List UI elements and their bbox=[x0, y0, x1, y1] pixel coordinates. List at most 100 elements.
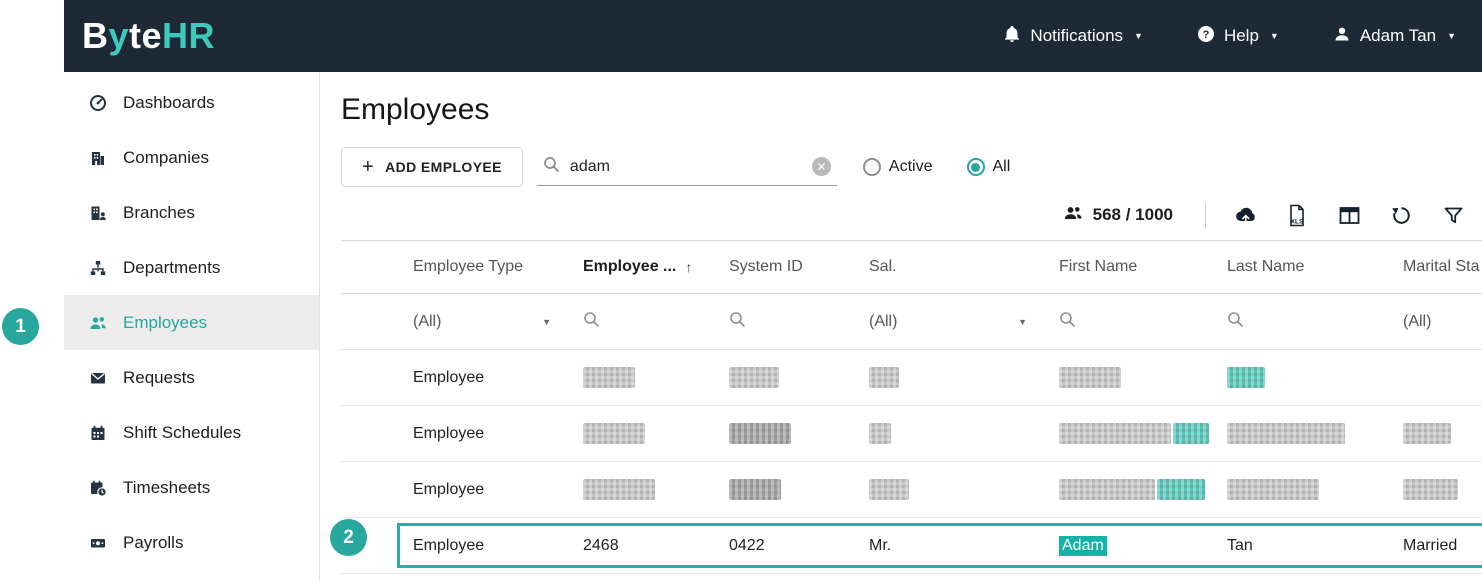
redacted-value bbox=[583, 367, 635, 388]
redacted-value bbox=[583, 479, 655, 500]
filter-select-sal[interactable]: (All) ▼ bbox=[853, 294, 1043, 349]
table-cell bbox=[1387, 462, 1482, 517]
sidebar-item-companies[interactable]: Companies bbox=[64, 130, 319, 185]
redacted-value bbox=[1059, 479, 1155, 500]
sidebar-item-departments[interactable]: Departments bbox=[64, 240, 319, 295]
table-cell bbox=[567, 462, 713, 517]
table-row[interactable]: Employee bbox=[341, 406, 1482, 462]
toolbar-divider bbox=[1205, 202, 1206, 228]
topbar-menus: Notifications ▼ ? Help ▼ Adam Tan ▼ bbox=[1003, 25, 1456, 48]
filter-search-system-id[interactable] bbox=[713, 294, 853, 349]
menu-label: Help bbox=[1223, 26, 1259, 45]
sidebar-item-label: Shift Schedules bbox=[123, 422, 242, 442]
sidebar-item-label: Branches bbox=[123, 202, 195, 222]
controls-row: + ADD EMPLOYEE ✕ Active All bbox=[341, 146, 1482, 188]
column-header-system-id[interactable]: System ID bbox=[713, 241, 853, 293]
filter-select-marital-sta[interactable]: (All)▼ bbox=[1387, 294, 1482, 349]
table-header-row: Employee Type Employee ... ↑ System ID Sal. F… bbox=[341, 240, 1482, 294]
bell-icon bbox=[1003, 25, 1021, 48]
redacted-value bbox=[583, 423, 645, 444]
menu-label: Adam Tan bbox=[1359, 26, 1437, 45]
table-cell bbox=[853, 462, 1043, 517]
column-header-employee[interactable]: Employee ... ↑ bbox=[567, 241, 713, 293]
filter-search-last-name[interactable] bbox=[1211, 294, 1387, 349]
filter-select-value: (All) bbox=[1403, 312, 1432, 330]
radio-all[interactable]: All bbox=[966, 158, 1010, 176]
page-title: Employees bbox=[341, 93, 490, 126]
search-icon bbox=[583, 311, 600, 333]
table-cell bbox=[341, 462, 397, 517]
column-chooser-icon[interactable] bbox=[1336, 202, 1362, 228]
chevron-down-icon: ▼ bbox=[1134, 31, 1143, 41]
table-cell bbox=[1043, 350, 1211, 405]
sidebar-item-branches[interactable]: Branches bbox=[64, 185, 319, 240]
search-input[interactable] bbox=[567, 156, 804, 177]
sidebar-item-label: Requests bbox=[123, 367, 195, 387]
logo-text: B bbox=[82, 15, 109, 56]
table-cell bbox=[1387, 406, 1482, 461]
filter-empty bbox=[341, 294, 397, 349]
svg-text:?: ? bbox=[1203, 29, 1210, 41]
timesheet-icon bbox=[88, 479, 108, 497]
refresh-icon[interactable] bbox=[1388, 202, 1414, 228]
table-cell: Employee bbox=[413, 424, 485, 442]
filter-search-employee[interactable] bbox=[567, 294, 713, 349]
column-header-last-name[interactable]: Last Name bbox=[1211, 241, 1387, 293]
user-icon bbox=[1333, 25, 1351, 48]
sidebar-item-label: Companies bbox=[123, 147, 209, 167]
column-header-employee-type[interactable]: Employee Type bbox=[397, 241, 567, 293]
table-cell: Tan bbox=[1227, 536, 1253, 554]
sidebar-item-timesheets[interactable]: Timesheets bbox=[64, 460, 319, 515]
branch-icon bbox=[88, 204, 108, 222]
table-cell bbox=[567, 406, 713, 461]
top-bar: ByteHR Notifications ▼ ? Help ▼ Adam Tan… bbox=[64, 0, 1482, 72]
notifications-menu[interactable]: Notifications ▼ bbox=[1003, 25, 1143, 48]
table-cell bbox=[853, 350, 1043, 405]
redacted-value bbox=[869, 479, 909, 500]
chevron-down-icon: ▼ bbox=[1018, 316, 1027, 327]
redacted-value bbox=[1403, 423, 1451, 444]
add-employee-button[interactable]: + ADD EMPLOYEE bbox=[341, 147, 523, 187]
logo-text: te bbox=[129, 15, 163, 56]
export-xls-icon[interactable]: XLS bbox=[1284, 202, 1310, 228]
cloud-upload-icon[interactable] bbox=[1232, 202, 1258, 228]
redacted-value bbox=[1227, 479, 1319, 500]
help-icon: ? bbox=[1197, 25, 1215, 48]
table-cell: Employee bbox=[413, 536, 485, 554]
radio-label: Active bbox=[888, 158, 933, 175]
radio-circle-icon bbox=[966, 158, 985, 176]
chevron-down-icon: ▼ bbox=[1447, 31, 1456, 41]
radio-active[interactable]: Active bbox=[862, 158, 933, 176]
sidebar-item-payrolls[interactable]: Payrolls bbox=[64, 515, 319, 570]
table-row-selected[interactable]: Employee 2468 0422 Mr. Adam Tan Married bbox=[341, 518, 1482, 574]
help-menu[interactable]: ? Help ▼ bbox=[1197, 25, 1279, 48]
sidebar-item-dashboards[interactable]: Dashboards bbox=[64, 75, 319, 130]
clear-search-icon[interactable]: ✕ bbox=[811, 157, 831, 176]
add-employee-label: ADD EMPLOYEE bbox=[385, 159, 502, 175]
sidebar-item-requests[interactable]: Requests bbox=[64, 350, 319, 405]
department-icon bbox=[88, 259, 108, 277]
column-header-sal[interactable]: Sal. bbox=[853, 241, 1043, 293]
sidebar-item-shift-schedules[interactable]: Shift Schedules bbox=[64, 405, 319, 460]
filter-search-first-name[interactable] bbox=[1043, 294, 1211, 349]
app-logo[interactable]: ByteHR bbox=[82, 18, 215, 54]
sidebar-item-employees[interactable]: Employees bbox=[64, 295, 319, 350]
filter-select-employee-type[interactable]: (All) ▼ bbox=[397, 294, 567, 349]
user-menu[interactable]: Adam Tan ▼ bbox=[1333, 25, 1456, 48]
column-header-first-name[interactable]: First Name bbox=[1043, 241, 1211, 293]
search-icon bbox=[729, 311, 746, 333]
radio-circle-icon bbox=[862, 158, 881, 176]
table-cell bbox=[567, 350, 713, 405]
filter-icon[interactable] bbox=[1440, 202, 1466, 228]
dashboard-icon bbox=[88, 94, 108, 112]
table-cell: Adam bbox=[1043, 518, 1211, 573]
annotation-step-1: 1 bbox=[2, 308, 39, 345]
table-row[interactable]: Employee bbox=[341, 462, 1482, 518]
column-header-marital-sta[interactable]: Marital Sta bbox=[1387, 241, 1482, 293]
table-cell bbox=[341, 350, 397, 405]
table-row[interactable]: Employee bbox=[341, 350, 1482, 406]
redacted-value bbox=[1227, 367, 1265, 388]
table-cell bbox=[1211, 462, 1387, 517]
redacted-value bbox=[729, 479, 781, 500]
table-cell: Married bbox=[1403, 536, 1458, 554]
